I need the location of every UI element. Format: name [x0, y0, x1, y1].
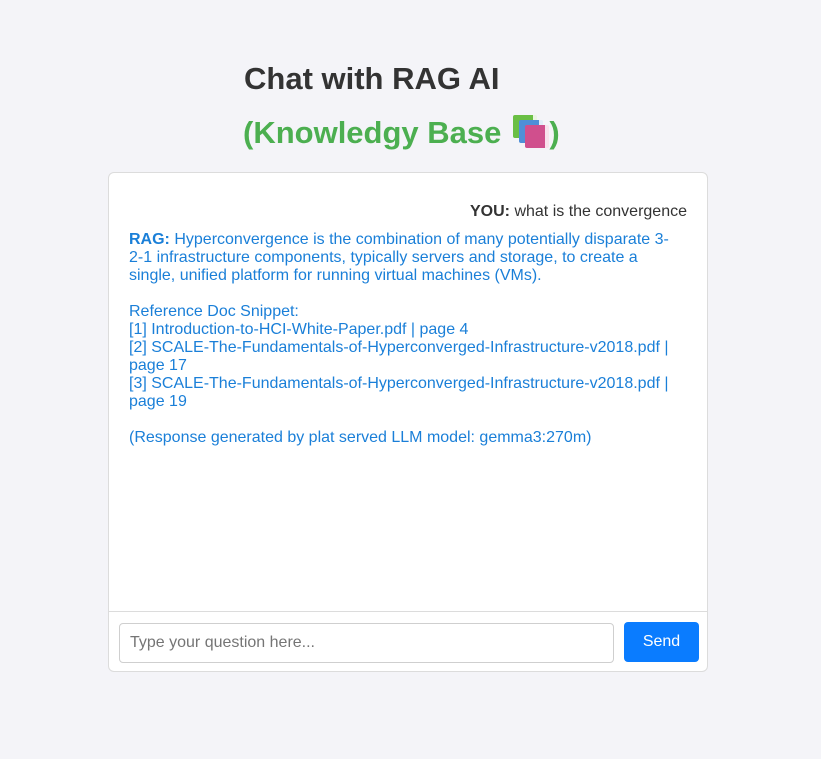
user-message: YOU: what is the convergence	[470, 203, 687, 221]
rag-answer: RAG: Hyperconvergence is the combination…	[129, 231, 674, 285]
subtitle-open-text: (Knowledgy Base	[243, 115, 502, 150]
rag-message: RAG: Hyperconvergence is the combination…	[129, 231, 674, 447]
user-speaker-label: YOU:	[470, 203, 510, 220]
rag-speaker-label: RAG:	[129, 231, 170, 248]
rag-spacer	[129, 285, 674, 303]
page-subtitle-wrap: (Knowledgy Base)	[243, 114, 560, 152]
book-pink-shape	[525, 125, 550, 148]
rag-spacer	[129, 411, 674, 429]
reference-item: [1] Introduction-to-HCI-White-Paper.pdf …	[129, 321, 469, 338]
reference-item: [3] SCALE-The-Fundamentals-of-Hyperconve…	[129, 375, 669, 410]
chat-container: YOU: what is the convergence RAG: Hyperc…	[108, 172, 708, 672]
chat-messages[interactable]: YOU: what is the convergence RAG: Hyperc…	[109, 173, 707, 611]
subtitle-close-text: )	[549, 115, 560, 150]
rag-model-footer: (Response generated by plat served LLM m…	[129, 429, 592, 446]
page-title-text: Chat with RAG AI	[244, 61, 500, 96]
user-message-text: what is the convergence	[514, 203, 687, 220]
chat-input-bar: Send	[109, 611, 707, 672]
send-button[interactable]: Send	[624, 622, 699, 662]
question-input[interactable]	[119, 623, 614, 663]
reference-item: [2] SCALE-The-Fundamentals-of-Hyperconve…	[129, 339, 669, 374]
books-icon	[511, 115, 550, 148]
reference-heading: Reference Doc Snippet:	[129, 303, 299, 320]
rag-answer-text: Hyperconvergence is the combination of m…	[129, 231, 669, 284]
